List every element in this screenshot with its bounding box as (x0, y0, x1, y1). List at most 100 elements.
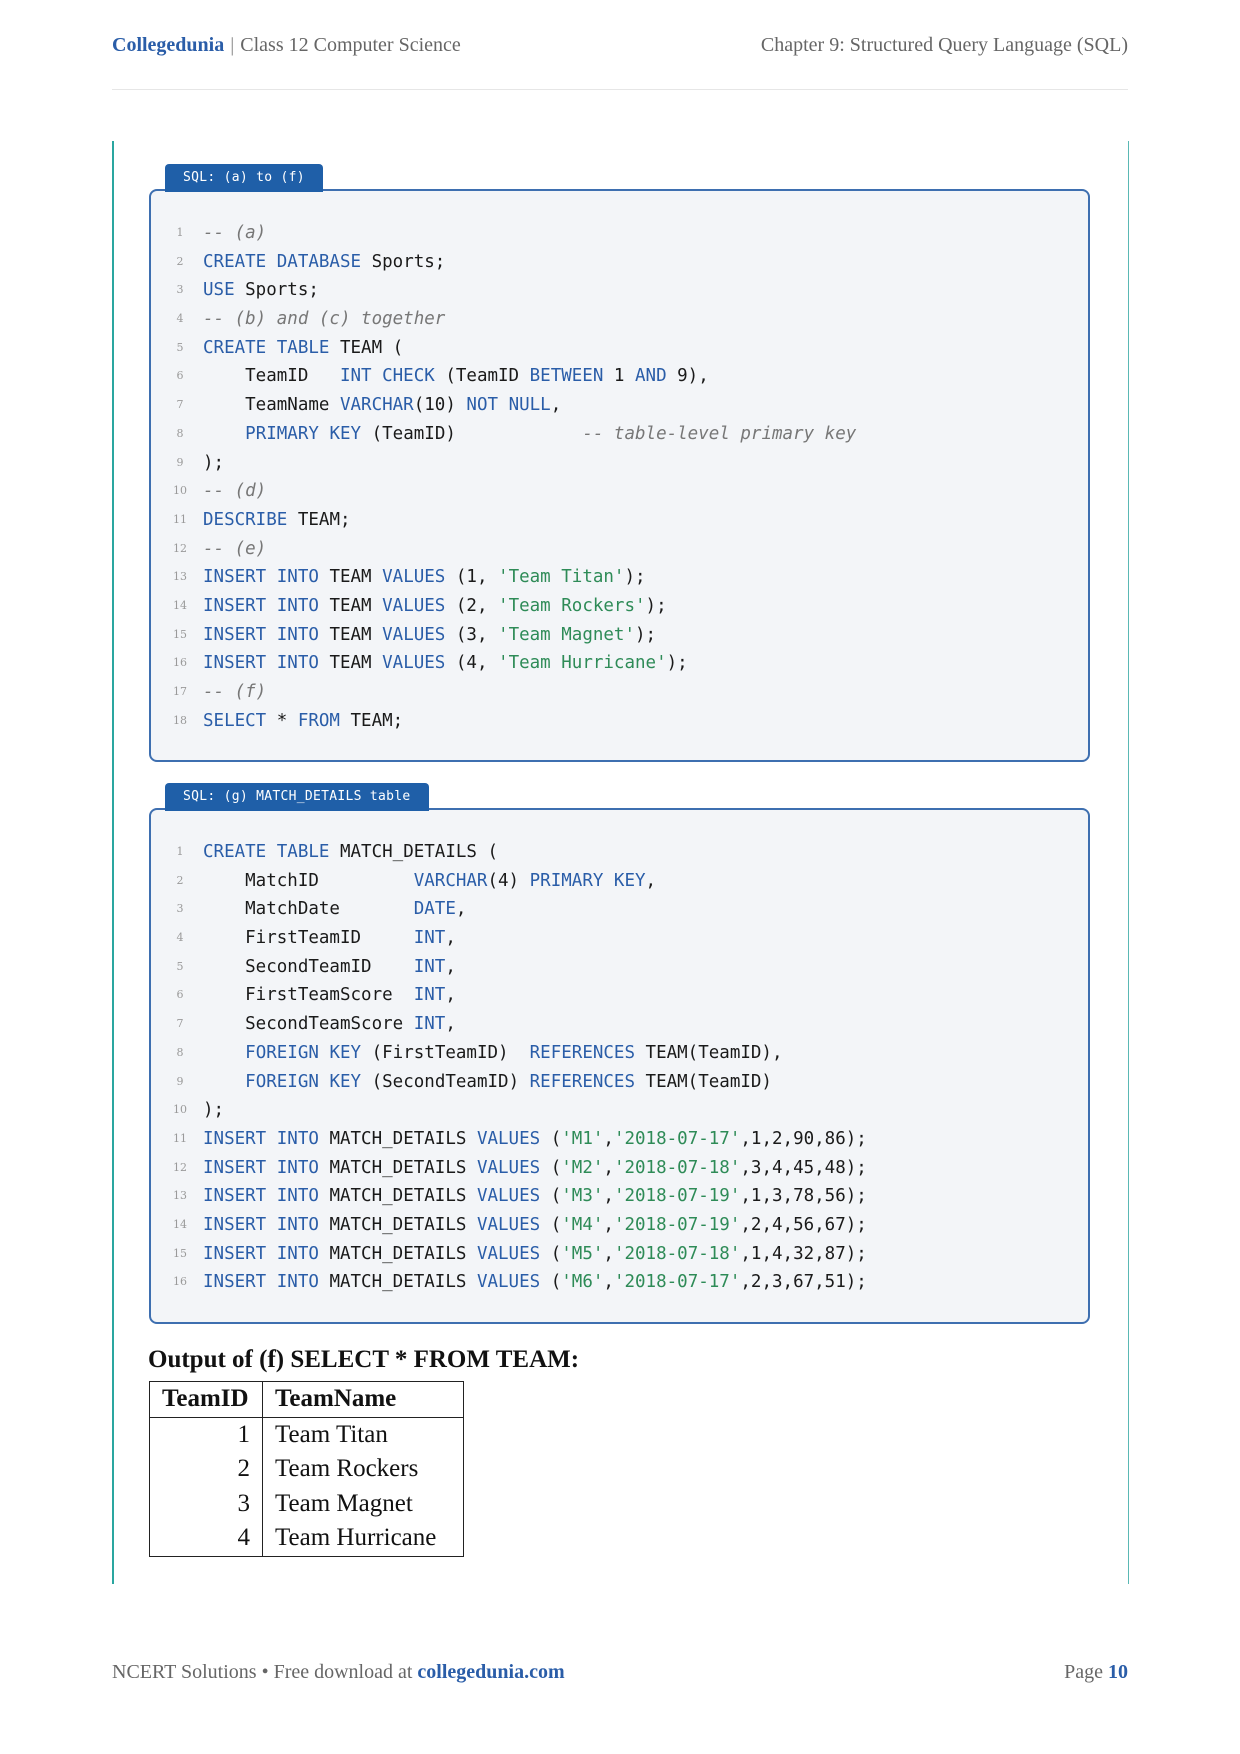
line-number: 16 (173, 656, 187, 670)
code-text: FOREIGN KEY (FirstTeamID) REFERENCES TEA… (203, 1039, 783, 1068)
sql-text: (1, (445, 567, 499, 588)
sql-comment: -- (d) (203, 481, 267, 502)
code-line: 1 -- (a) (151, 219, 1088, 248)
sql-text: TEAM ( (329, 337, 404, 358)
footer-link[interactable]: collegedunia.com (417, 1661, 564, 1683)
code-text: TeamID INT CHECK (TeamID BETWEEN 1 AND 9… (203, 362, 709, 391)
column-header-teamid: TeamID (149, 1381, 263, 1418)
code-text: INSERT INTO MATCH_DETAILS VALUES ('M6','… (203, 1268, 867, 1297)
page-indicator: Page 10 (1064, 1661, 1128, 1684)
code-box-a-to-f: 1 -- (a) 2 CREATE DATABASE Sports; 3 USE Spor… (149, 189, 1090, 762)
sql-text: (4, (445, 653, 499, 674)
line-number: 11 (173, 512, 187, 526)
code-line: 12 -- (e) (151, 535, 1088, 564)
sql-text: MATCH_DETAILS (318, 1128, 477, 1149)
sql-text: MATCH_DETAILS ( (329, 842, 499, 862)
code-box-title-a-to-f: SQL: (a) to (f) (165, 164, 323, 192)
sql-text: , (603, 1128, 614, 1149)
sql-text: ( (540, 1186, 562, 1207)
sql-text: , (455, 899, 467, 920)
code-line: 5 CREATE TABLE TEAM ( (151, 334, 1088, 363)
code-line: 7 TeamName VARCHAR(10) NOT NULL, (151, 391, 1088, 420)
line-number: 9 (176, 1074, 184, 1088)
sql-keyword: INSERT INTO (203, 1243, 319, 1264)
sql-text: Sports; (361, 251, 446, 272)
sql-keyword: BETWEEN (529, 366, 604, 387)
code-line: 14 INSERT INTO TEAM VALUES (2, 'Team Rock… (151, 592, 1088, 621)
sql-string: 'Team Magnet' (498, 624, 635, 645)
sql-keyword: INT (413, 956, 446, 977)
code-line: 14 INSERT INTO MATCH_DETAILS VALUES ('M4'… (151, 1211, 1088, 1240)
sql-text: (TeamID) (361, 423, 583, 444)
code-line: 1 CREATE TABLE MATCH_DETAILS ( (151, 838, 1088, 867)
sql-text: MATCH_DETAILS (318, 1243, 477, 1264)
sql-keyword: INT CHECK (339, 366, 435, 387)
sql-text: ( (540, 1243, 562, 1264)
table-row: 3 Team Magnet (149, 1486, 464, 1521)
sql-text: , (603, 1214, 614, 1235)
sql-string: 'M6' (561, 1272, 604, 1293)
code-line: 13 INSERT INTO TEAM VALUES (1, 'Team Tita… (151, 563, 1088, 592)
line-number: 10 (173, 484, 187, 498)
sql-text: MatchDate (203, 899, 414, 920)
sql-keyword: VALUES (476, 1186, 541, 1207)
sql-text: TEAM(TeamID), (635, 1042, 783, 1063)
header-divider (112, 89, 1128, 90)
code-text: ); (203, 1096, 224, 1125)
sql-text: , (603, 1186, 614, 1207)
line-number: 15 (173, 627, 187, 641)
code-line: 16 INSERT INTO TEAM VALUES (4, 'Team Hurr… (151, 649, 1088, 678)
sql-text: ,3,4,45,48); (740, 1157, 867, 1178)
sql-keyword: VALUES (382, 653, 446, 674)
sql-keyword: INT (413, 928, 446, 949)
code-line: 13 INSERT INTO MATCH_DETAILS VALUES ('M3'… (151, 1182, 1088, 1211)
code-text: CREATE DATABASE Sports; (203, 248, 445, 277)
code-text: INSERT INTO MATCH_DETAILS VALUES ('M3','… (203, 1182, 867, 1211)
code-line: 15 INSERT INTO TEAM VALUES (3, 'Team Magn… (151, 621, 1088, 650)
table-row: 4 Team Hurricane (149, 1521, 464, 1557)
line-number: 5 (176, 340, 184, 354)
right-frame-rule (1128, 141, 1129, 1584)
code-line: 11 INSERT INTO MATCH_DETAILS VALUES ('M1'… (151, 1125, 1088, 1154)
code-text: INSERT INTO MATCH_DETAILS VALUES ('M5','… (203, 1240, 867, 1269)
cell-teamname: Team Hurricane (262, 1521, 464, 1557)
line-number: 4 (176, 312, 184, 326)
code-text: PRIMARY KEY (TeamID) -- table-level prim… (203, 420, 856, 449)
table-row: 2 Team Rockers (149, 1452, 464, 1487)
sql-text: ,2,4,56,67); (740, 1214, 867, 1235)
sql-text: ,1,4,32,87); (740, 1243, 867, 1264)
left-frame-rule (112, 141, 114, 1584)
sql-keyword: FOREIGN KEY (245, 1071, 362, 1092)
code-line: 15 INSERT INTO MATCH_DETAILS VALUES ('M5'… (151, 1240, 1088, 1269)
cell-teamname: Team Titan (262, 1417, 464, 1452)
code-line: 9 FOREIGN KEY (SecondTeamID) REFERENCES … (151, 1068, 1088, 1097)
code-line: 10 -- (d) (151, 477, 1088, 506)
line-number: 2 (176, 873, 184, 887)
code-text: CREATE TABLE MATCH_DETAILS ( (203, 838, 498, 867)
line-number: 10 (173, 1103, 187, 1117)
sql-text: FirstTeamID (203, 928, 414, 949)
code-line: 11 DESCRIBE TEAM; (151, 506, 1088, 535)
code-line: 16 INSERT INTO MATCH_DETAILS VALUES ('M6'… (151, 1268, 1088, 1297)
code-text: -- (d) (203, 477, 266, 506)
cell-teamid: 4 (149, 1521, 263, 1557)
cell-teamid: 2 (149, 1452, 263, 1487)
line-number: 7 (176, 1017, 184, 1031)
code-line: 9); (151, 449, 1088, 478)
sql-text: TEAM (318, 567, 383, 588)
line-number: 13 (173, 1189, 187, 1203)
code-text: TeamName VARCHAR(10) NOT NULL, (203, 391, 561, 420)
sql-keyword: VALUES (476, 1243, 541, 1264)
sql-keyword: VALUES (476, 1272, 541, 1293)
sql-text: ,2,3,67,51); (740, 1272, 867, 1293)
sql-comment: -- table-level primary key (582, 423, 857, 444)
sql-text: ( (540, 1214, 562, 1235)
code-box-title-g: SQL: (g) MATCH_DETAILS table (165, 783, 429, 811)
sql-text: MATCH_DETAILS (318, 1214, 477, 1235)
page-label: Page (1064, 1661, 1108, 1683)
sql-text: ); (624, 567, 646, 588)
sql-keyword: PRIMARY KEY (529, 870, 646, 891)
